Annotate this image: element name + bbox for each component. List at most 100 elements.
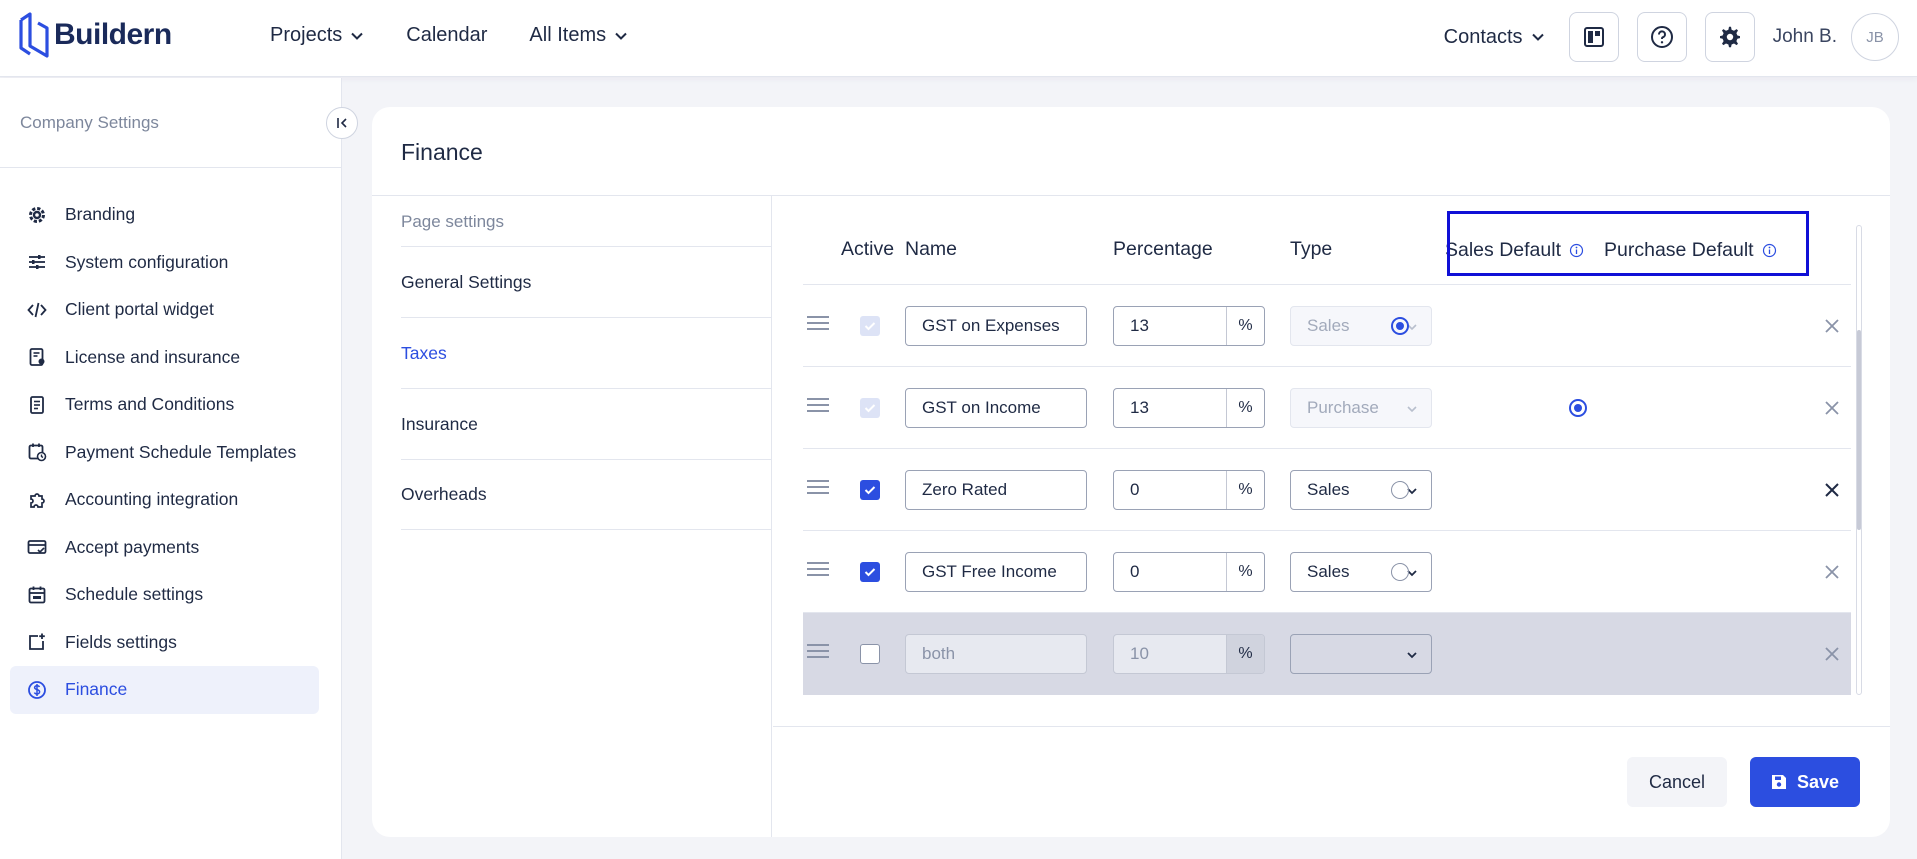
settings-item-insurance[interactable]: Insurance (401, 388, 772, 459)
percent-suffix: % (1226, 553, 1264, 591)
sidebar-item-payment-schedule-templates[interactable]: Payment Schedule Templates (10, 429, 319, 477)
tax-name-input[interactable]: GST Free Income (905, 552, 1087, 592)
sidebar-item-label: Fields settings (65, 631, 177, 652)
percentage-value: 10 (1130, 644, 1149, 663)
tax-name-input[interactable]: GST on Income (905, 388, 1087, 428)
contacts-menu[interactable]: Contacts (1444, 26, 1545, 49)
sales-default-radio[interactable] (1391, 563, 1409, 581)
close-icon[interactable] (1824, 482, 1840, 498)
check-icon (864, 486, 876, 495)
sidebar-item-branding[interactable]: Branding (10, 191, 319, 239)
sidebar-item-label: Client portal widget (65, 299, 214, 320)
drag-handle-icon[interactable] (807, 316, 829, 334)
logo[interactable]: Buildern (18, 10, 172, 60)
sidebar-item-schedule-settings[interactable]: Schedule settings (10, 571, 319, 619)
percent-suffix: % (1226, 307, 1264, 345)
percentage-value: 13 (1130, 316, 1149, 335)
close-icon[interactable] (1824, 646, 1840, 662)
settings-item-taxes[interactable]: Taxes (401, 317, 772, 388)
sidebar-item-fields-settings[interactable]: Fields settings (10, 619, 319, 667)
sidebar-item-label: Finance (65, 679, 128, 700)
chevron-down-icon (1407, 406, 1417, 413)
type-value: Sales (1307, 562, 1350, 581)
nav-calendar[interactable]: Calendar (406, 24, 487, 47)
check-icon (864, 322, 876, 331)
calendar-icon (28, 586, 46, 604)
type-select[interactable] (1290, 634, 1432, 674)
sales-default-radio[interactable] (1391, 317, 1409, 335)
sidebar-item-system-configuration[interactable]: System configuration (10, 239, 319, 287)
nav-projects[interactable]: Projects (270, 24, 364, 47)
collapse-sidebar-button[interactable] (326, 107, 358, 139)
logo-text: Buildern (54, 18, 172, 51)
avatar[interactable]: JB (1851, 13, 1899, 61)
sidebar-item-finance[interactable]: Finance (10, 666, 319, 714)
type-select[interactable]: Purchase (1290, 388, 1432, 428)
taxes-table: Active Name Percentage Type Sales Defaul… (803, 212, 1851, 695)
sidebar-item-label: Terms and Conditions (65, 394, 235, 415)
percentage-input[interactable]: 13% (1113, 388, 1265, 428)
purchase-default-radio[interactable] (1569, 399, 1587, 417)
header-active: Active (841, 238, 895, 260)
type-select[interactable]: Sales (1290, 552, 1432, 592)
sidebar-item-label: Accounting integration (65, 489, 239, 510)
drag-handle-icon[interactable] (807, 644, 829, 662)
sidebar-item-accept-payments[interactable]: Accept payments (10, 524, 319, 572)
sidebar-item-license-and-insurance[interactable]: License and insurance (10, 334, 319, 382)
drag-handle-icon[interactable] (807, 562, 829, 580)
footer-divider (773, 726, 1890, 727)
active-checkbox[interactable] (860, 316, 880, 336)
percentage-input[interactable]: 0% (1113, 470, 1265, 510)
percentage-value: 13 (1130, 398, 1149, 417)
active-checkbox[interactable] (860, 480, 880, 500)
top-right-controls: Contacts John B. JB (1444, 12, 1899, 62)
layout-button[interactable] (1568, 12, 1619, 62)
help-button[interactable] (1636, 12, 1687, 62)
close-icon[interactable] (1824, 564, 1840, 580)
tax-name-input[interactable]: GST on Expenses (905, 306, 1087, 346)
sidebar-item-accounting-integration[interactable]: Accounting integration (10, 476, 319, 524)
drag-handle-icon[interactable] (807, 398, 829, 416)
sales-default-radio[interactable] (1391, 481, 1409, 499)
table-scrollbar-thumb[interactable] (1857, 330, 1861, 530)
type-select[interactable]: Sales (1290, 306, 1432, 346)
percentage-input[interactable]: 0% (1113, 552, 1265, 592)
drag-handle-icon[interactable] (807, 480, 829, 498)
sidebar-item-label: Payment Schedule Templates (65, 441, 297, 462)
code-icon (27, 302, 47, 317)
table-row: GST Free Income 0% Sales (803, 531, 1851, 613)
save-icon (1771, 775, 1786, 789)
cancel-button[interactable]: Cancel (1627, 757, 1727, 807)
sidebar-item-terms-and-conditions[interactable]: Terms and Conditions (10, 381, 319, 429)
settings-button[interactable] (1704, 12, 1755, 62)
type-value: Sales (1307, 480, 1350, 499)
sidebar-item-client-portal-widget[interactable]: Client portal widget (10, 286, 319, 334)
page-settings-list: General Settings Taxes Insurance Overhea… (401, 246, 772, 530)
nav-all-items[interactable]: All Items (529, 24, 628, 47)
save-button[interactable]: Save (1750, 757, 1860, 807)
active-checkbox[interactable] (860, 398, 880, 418)
add-field-icon (29, 633, 45, 651)
type-select[interactable]: Sales (1290, 470, 1432, 510)
main-nav: Projects Calendar All Items (270, 24, 628, 47)
tax-name-input[interactable]: both (905, 634, 1087, 674)
contacts-label: Contacts (1443, 25, 1523, 48)
tax-name-input[interactable]: Zero Rated (905, 470, 1087, 510)
close-icon[interactable] (1824, 318, 1840, 334)
sidebar-item-label: Accept payments (65, 536, 200, 557)
nav-all-items-label: All Items (529, 24, 607, 46)
header-percentage: Percentage (1113, 238, 1213, 260)
percentage-value: 0 (1130, 480, 1140, 499)
dollar-icon (28, 680, 46, 699)
gear-icon (1719, 26, 1740, 48)
active-checkbox[interactable] (860, 644, 880, 664)
sidebar-item-label: System configuration (65, 251, 229, 272)
chevron-down-icon (351, 32, 363, 40)
close-icon[interactable] (1824, 400, 1840, 416)
active-checkbox[interactable] (860, 562, 880, 582)
percentage-input[interactable]: 10% (1113, 634, 1265, 674)
settings-item-overheads[interactable]: Overheads (401, 459, 772, 530)
settings-item-general[interactable]: General Settings (401, 246, 772, 317)
percentage-input[interactable]: 13% (1113, 306, 1265, 346)
sidebar-item-label: Branding (65, 204, 136, 225)
